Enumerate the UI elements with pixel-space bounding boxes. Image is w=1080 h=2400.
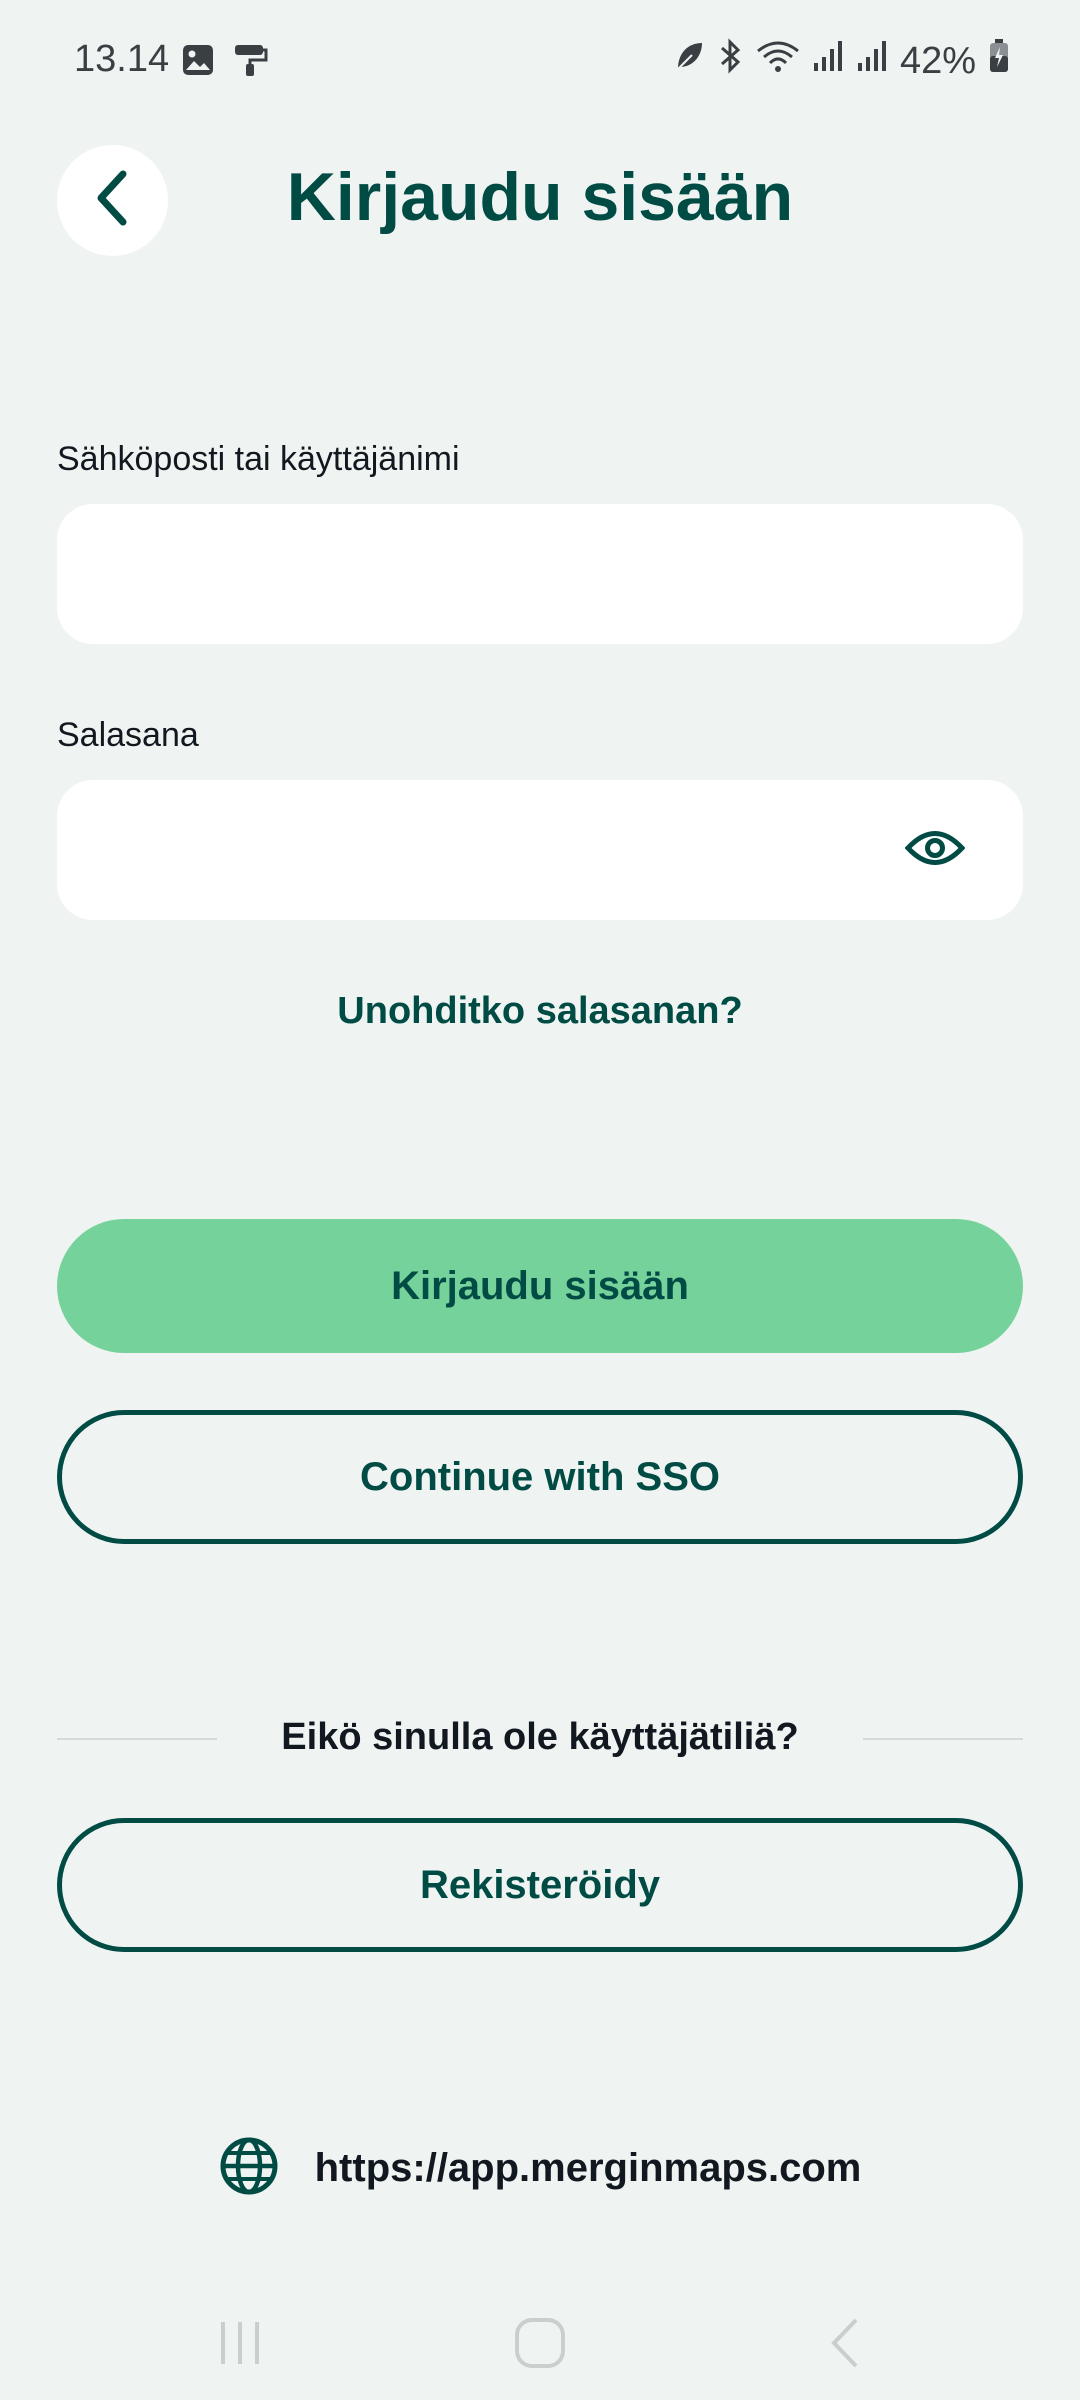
eye-icon xyxy=(904,825,966,876)
battery-charging-icon xyxy=(988,38,1010,84)
server-url: https://app.merginmaps.com xyxy=(314,2146,862,2190)
page-title: Kirjaudu sisään xyxy=(286,159,794,235)
sso-button[interactable]: Continue with SSO xyxy=(57,1410,1023,1544)
username-label: Sähköposti tai käyttäjänimi xyxy=(57,440,460,478)
status-bar: 13.14 42% xyxy=(0,0,1080,120)
back-arrow-icon xyxy=(824,2316,864,2375)
recent-apps-icon xyxy=(215,2318,265,2373)
system-back-button[interactable] xyxy=(804,2310,884,2380)
divider-line-right xyxy=(863,1738,1023,1740)
username-input[interactable] xyxy=(57,504,1023,644)
globe-icon xyxy=(219,2136,279,2201)
recent-apps-button[interactable] xyxy=(200,2310,280,2380)
signal-icon xyxy=(856,39,888,83)
status-time: 13.14 xyxy=(74,38,170,80)
battery-percent: 42% xyxy=(899,39,976,82)
password-label: Salasana xyxy=(57,716,199,754)
wifi-icon xyxy=(756,39,800,83)
status-system-icons: 42% xyxy=(674,38,1010,84)
forgot-password-link[interactable]: Unohditko salasanan? xyxy=(0,990,1080,1033)
password-field-container xyxy=(57,780,1023,920)
image-icon xyxy=(180,42,216,88)
username-field-container xyxy=(57,504,1023,644)
signal-icon xyxy=(812,39,844,83)
no-account-divider: Eikö sinulla ole käyttäjätiliä? xyxy=(57,1712,1023,1764)
sign-in-button[interactable]: Kirjaudu sisään xyxy=(57,1219,1023,1353)
bluetooth-icon xyxy=(716,38,744,84)
paint-roller-icon xyxy=(232,42,268,88)
leaf-icon xyxy=(674,39,704,83)
password-input[interactable] xyxy=(57,780,1023,920)
system-navigation-bar xyxy=(0,2290,1080,2400)
status-notification-icons xyxy=(180,42,268,88)
home-icon xyxy=(513,2316,567,2375)
home-button[interactable] xyxy=(500,2310,580,2380)
login-screen: 13.14 42% Kirjaudu sisään Sähköposti tai… xyxy=(0,0,1080,2400)
register-button[interactable]: Rekisteröidy xyxy=(57,1818,1023,1952)
show-password-button[interactable] xyxy=(903,820,967,880)
server-selector[interactable]: https://app.merginmaps.com xyxy=(0,2136,1080,2201)
